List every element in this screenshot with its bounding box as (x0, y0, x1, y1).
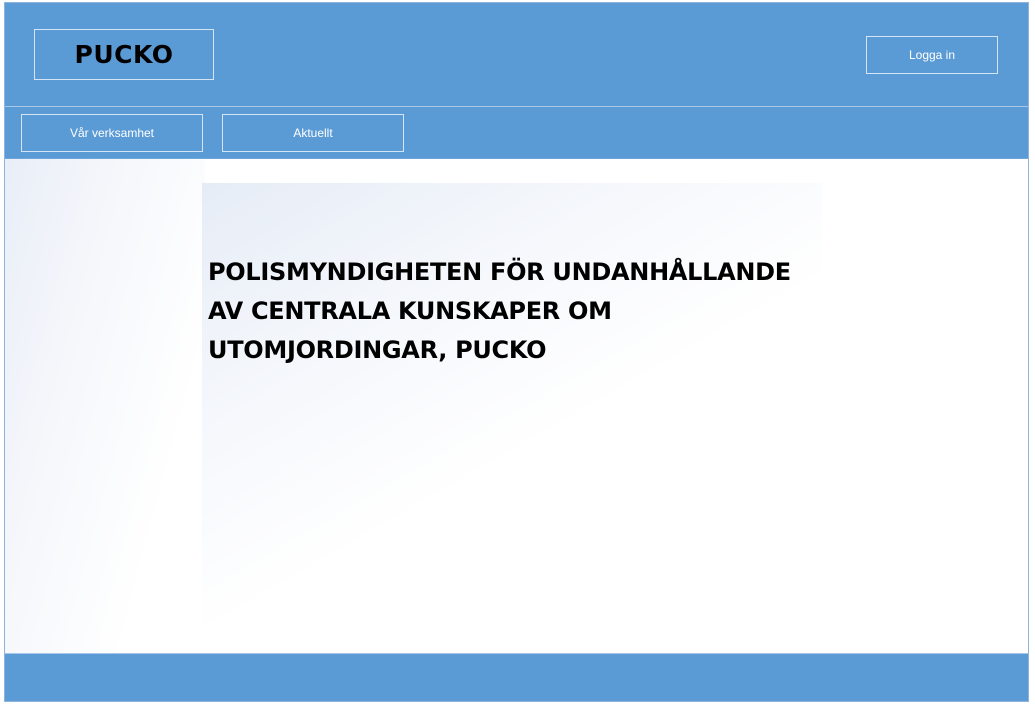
page-frame: PUCKO Logga in Vår verksamhet Aktuellt P… (4, 2, 1029, 702)
footer-bar (5, 653, 1028, 701)
main-content: POLISMYNDIGHETEN FÖR UNDANHÅLLANDE AV CE… (5, 159, 1028, 653)
logo[interactable]: PUCKO (34, 29, 214, 80)
nav-bar: Vår verksamhet Aktuellt (5, 107, 1028, 159)
headline-line-3: UTOMJORDINGAR, PUCKO (208, 336, 547, 364)
logo-text: PUCKO (74, 40, 174, 69)
headline-line-1: POLISMYNDIGHETEN FÖR UNDANHÅLLANDE (208, 258, 791, 286)
nav-item-aktuellt[interactable]: Aktuellt (222, 114, 404, 152)
header-bar: PUCKO Logga in (5, 3, 1028, 107)
login-button[interactable]: Logga in (866, 36, 998, 74)
nav-item-var-verksamhet[interactable]: Vår verksamhet (21, 114, 203, 152)
background-shade-left (5, 159, 205, 653)
page-headline: POLISMYNDIGHETEN FÖR UNDANHÅLLANDE AV CE… (208, 253, 848, 370)
headline-line-2: AV CENTRALA KUNSKAPER OM (208, 297, 612, 325)
